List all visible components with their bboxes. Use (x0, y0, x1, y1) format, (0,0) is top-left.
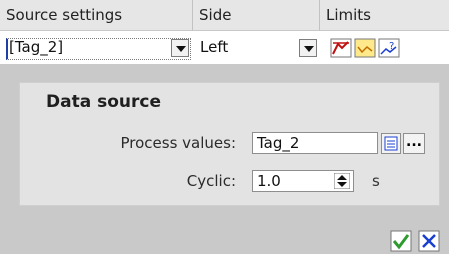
source-settings-cell[interactable]: [Tag_2] (0, 32, 193, 63)
column-header-limits[interactable]: Limits (320, 0, 449, 31)
close-icon (418, 230, 440, 252)
dialog-footer (0, 224, 449, 254)
side-cell[interactable]: Left (193, 32, 320, 63)
group-title: Data source (46, 92, 161, 112)
column-header-side[interactable]: Side (193, 0, 320, 31)
spinner-arrows-icon (333, 172, 351, 190)
svg-text:?: ? (389, 41, 394, 52)
column-header-label: Limits (326, 6, 371, 24)
chevron-down-icon[interactable] (171, 39, 189, 57)
side-select-value: Left (200, 38, 229, 56)
limits-cell: ? (320, 32, 449, 63)
source-select-value: [Tag_2] (9, 38, 64, 56)
confirm-button[interactable] (390, 230, 412, 252)
cancel-button[interactable] (418, 230, 440, 252)
cyclic-unit: s (372, 172, 380, 190)
chevron-down-icon[interactable] (299, 39, 317, 57)
tag-list-button[interactable] (381, 133, 401, 154)
browse-button[interactable]: ... (403, 133, 425, 154)
cyclic-label: Cyclic: (186, 172, 236, 190)
process-values-label: Process values: (120, 134, 236, 152)
column-header-source-settings[interactable]: Source settings (0, 0, 193, 31)
upper-limit-icon[interactable] (330, 38, 352, 58)
column-header-label: Side (199, 6, 232, 24)
lower-limit-icon[interactable] (354, 38, 376, 58)
process-values-field[interactable]: Tag_2 (252, 132, 378, 154)
limit-settings-icon[interactable]: ? (378, 38, 400, 58)
checkmark-icon (390, 230, 412, 252)
column-header-label: Source settings (6, 6, 123, 24)
list-icon (384, 136, 398, 151)
cyclic-spinner[interactable] (333, 172, 351, 190)
browse-label: ... (406, 134, 422, 150)
